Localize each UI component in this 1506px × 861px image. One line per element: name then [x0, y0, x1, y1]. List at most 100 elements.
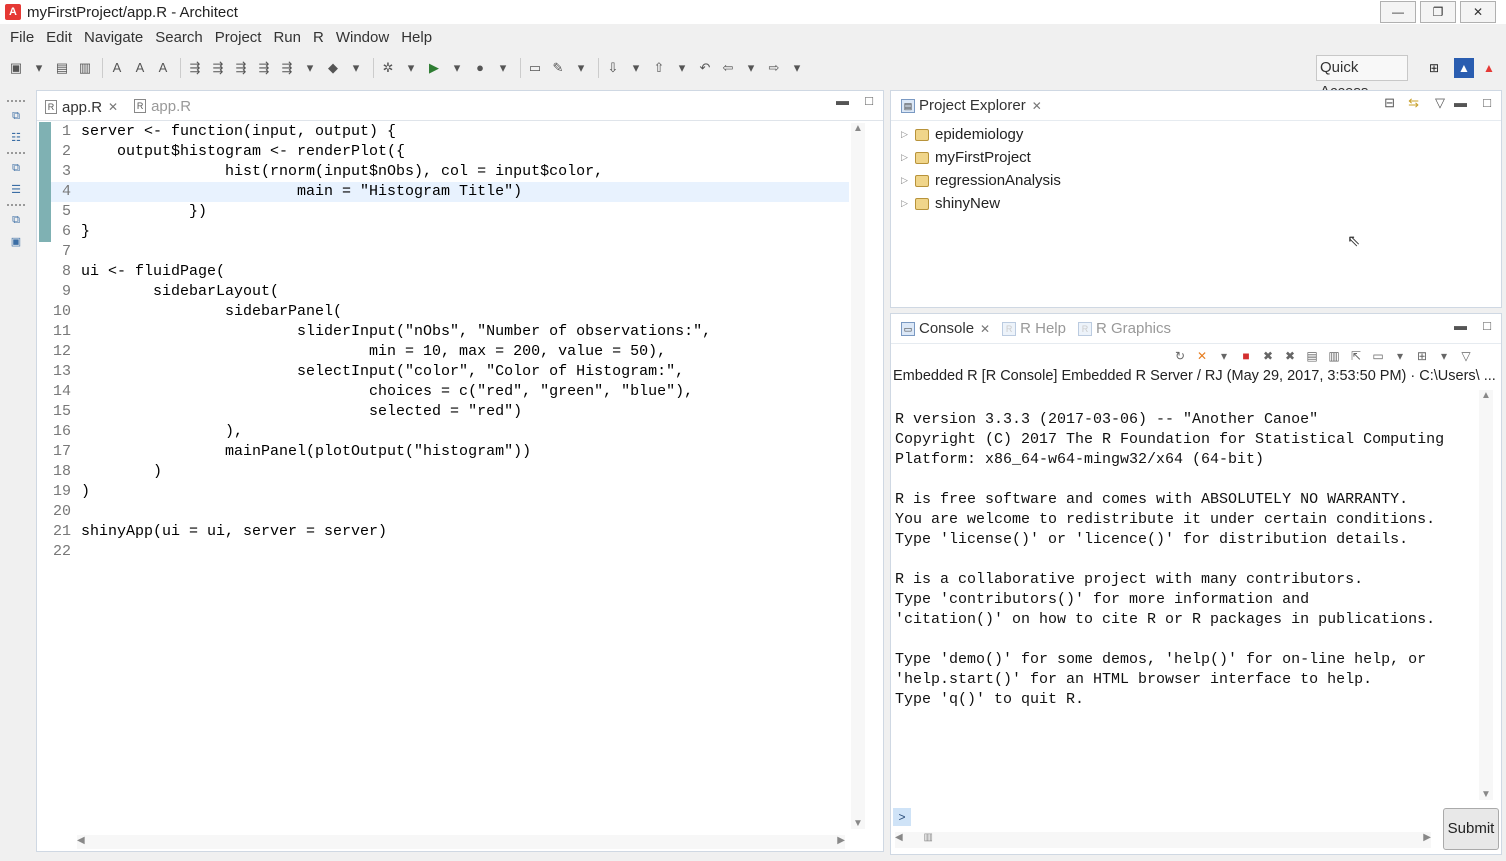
trim-handle[interactable]: [7, 204, 25, 206]
tree-item-myfirstproject[interactable]: ▷ myFirstProject: [891, 146, 1501, 169]
minimize-icon[interactable]: ▬: [1454, 95, 1467, 110]
code-line[interactable]: 7: [51, 242, 849, 262]
save-all-icon[interactable]: ▥: [75, 58, 95, 78]
external-tools-icon[interactable]: ●: [470, 58, 490, 78]
console-vertical-scrollbar[interactable]: ▲ ▼: [1479, 390, 1493, 800]
code-line[interactable]: 11 sliderInput("nObs", "Number of observ…: [51, 322, 849, 342]
run-all-icon[interactable]: ⇶: [277, 58, 297, 78]
chevron-down-icon[interactable]: ▾: [571, 58, 591, 78]
console-prompt[interactable]: >: [893, 808, 911, 826]
expand-arrow-icon[interactable]: ▷: [901, 198, 915, 209]
code-line[interactable]: 2 output$histogram <- renderPlot({: [51, 142, 849, 162]
code-line[interactable]: 18 ): [51, 462, 849, 482]
tasks-icon[interactable]: ☰: [8, 182, 24, 198]
chevron-down-icon[interactable]: ▾: [300, 58, 320, 78]
tab-app-r-active[interactable]: R app.R ✕: [37, 92, 127, 120]
menu-file[interactable]: File: [4, 29, 40, 46]
menu-search[interactable]: Search: [149, 29, 209, 46]
next-annotation-icon[interactable]: ⇩: [603, 58, 623, 78]
architect-perspective-icon[interactable]: ▲: [1454, 58, 1474, 78]
menu-help[interactable]: Help: [395, 29, 438, 46]
restore-icon[interactable]: ⧉: [8, 160, 24, 176]
window-icon[interactable]: ▣: [8, 234, 24, 250]
run-line-icon[interactable]: ⇶: [185, 58, 205, 78]
font-increase-icon[interactable]: A: [107, 58, 127, 78]
code-line[interactable]: 5 }): [51, 202, 849, 222]
terminate-icon[interactable]: ■: [1237, 348, 1255, 364]
chevron-down-icon[interactable]: ▾: [493, 58, 513, 78]
chevron-down-icon[interactable]: ▾: [787, 58, 807, 78]
scroll-left-icon[interactable]: ◀: [895, 832, 903, 843]
menu-project[interactable]: Project: [209, 29, 268, 46]
run-file-icon[interactable]: ⇶: [231, 58, 251, 78]
minimize-button[interactable]: —: [1380, 1, 1416, 23]
clear-console-icon[interactable]: ▤: [1303, 348, 1321, 364]
scroll-right-icon[interactable]: ▶: [1423, 832, 1431, 843]
editor-horizontal-scrollbar[interactable]: ◀ ▶: [77, 835, 845, 849]
menu-r[interactable]: R: [307, 29, 330, 46]
pin-console-icon[interactable]: ⇱: [1347, 348, 1365, 364]
pen-icon[interactable]: ✎: [548, 58, 568, 78]
scroll-down-icon[interactable]: ▼: [851, 818, 865, 829]
close-icon[interactable]: ✕: [980, 322, 990, 336]
code-line[interactable]: 14 choices = c("red", "green", "blue"),: [51, 382, 849, 402]
trim-handle[interactable]: [7, 100, 25, 102]
open-perspective-icon[interactable]: ⊞: [1424, 58, 1444, 78]
tree-item-epidemiology[interactable]: ▷ epidemiology: [891, 123, 1501, 146]
r-perspective-icon[interactable]: ▲: [1479, 58, 1499, 78]
code-line[interactable]: 21 shinyApp(ui = ui, server = server): [51, 522, 849, 542]
code-line[interactable]: 15 selected = "red"): [51, 402, 849, 422]
collapse-all-icon[interactable]: ⊟: [1384, 95, 1395, 111]
code-line[interactable]: 10 sidebarPanel(: [51, 302, 849, 322]
back-icon[interactable]: ⇦: [718, 58, 738, 78]
code-line[interactable]: 17 mainPanel(plotOutput("histogram")): [51, 442, 849, 462]
remove-launch-icon[interactable]: ✖: [1259, 348, 1277, 364]
scroll-right-icon[interactable]: ▶: [837, 835, 845, 846]
last-edit-icon[interactable]: ↶: [695, 58, 715, 78]
maximize-icon[interactable]: □: [1483, 95, 1491, 110]
restore-icon[interactable]: ⧉: [8, 108, 24, 124]
minimize-icon[interactable]: ▬: [836, 93, 849, 108]
scroll-thumb-icon[interactable]: ▥: [923, 832, 932, 843]
tree-item-shinynew[interactable]: ▷ shinyNew: [891, 192, 1501, 215]
code-line[interactable]: 20: [51, 502, 849, 522]
code-line[interactable]: 4 main = "Histogram Title"): [51, 182, 849, 202]
quick-access-input[interactable]: Quick Access: [1316, 55, 1408, 100]
close-icon[interactable]: ✕: [108, 100, 118, 114]
maximize-icon[interactable]: □: [865, 93, 873, 108]
cancel-icon[interactable]: ✕: [1193, 348, 1211, 364]
menu-run[interactable]: Run: [267, 29, 307, 46]
code-line[interactable]: 19): [51, 482, 849, 502]
font-decrease-icon[interactable]: A: [130, 58, 150, 78]
chevron-down-icon[interactable]: ▾: [626, 58, 646, 78]
scroll-up-icon[interactable]: ▲: [1479, 390, 1493, 401]
restore-icon[interactable]: ⧉: [8, 212, 24, 228]
tree-item-regressionanalysis[interactable]: ▷ regressionAnalysis: [891, 169, 1501, 192]
view-menu-icon[interactable]: ▽: [1457, 348, 1475, 364]
scroll-left-icon[interactable]: ◀: [77, 835, 85, 846]
submit-button[interactable]: Submit: [1443, 808, 1499, 850]
chevron-down-icon[interactable]: ▾: [741, 58, 761, 78]
scroll-up-icon[interactable]: ▲: [851, 123, 865, 134]
code-area[interactable]: 1 server <- function(input, output) {2 ou…: [37, 122, 867, 834]
code-line[interactable]: 1 server <- function(input, output) {: [51, 122, 849, 142]
chevron-down-icon[interactable]: ▾: [447, 58, 467, 78]
expand-arrow-icon[interactable]: ▷: [901, 152, 915, 163]
expand-arrow-icon[interactable]: ▷: [901, 175, 915, 186]
editor-vertical-scrollbar[interactable]: ▲ ▼: [851, 123, 865, 829]
minimize-icon[interactable]: ▬: [1454, 318, 1467, 333]
maximize-icon[interactable]: □: [1483, 318, 1491, 333]
package-icon[interactable]: ◆: [323, 58, 343, 78]
menu-edit[interactable]: Edit: [40, 29, 78, 46]
expand-arrow-icon[interactable]: ▷: [901, 129, 915, 140]
prev-annotation-icon[interactable]: ⇧: [649, 58, 669, 78]
font-reset-icon[interactable]: A: [153, 58, 173, 78]
run-icon[interactable]: ▶: [424, 58, 444, 78]
code-line[interactable]: 12 min = 10, max = 200, value = 50),: [51, 342, 849, 362]
code-line[interactable]: 16 ),: [51, 422, 849, 442]
remove-all-icon[interactable]: ✖: [1281, 348, 1299, 364]
code-line[interactable]: 9 sidebarLayout(: [51, 282, 849, 302]
open-folder-icon[interactable]: ▭: [525, 58, 545, 78]
tab-app-r[interactable]: R app.R: [126, 92, 199, 120]
code-line[interactable]: 6}: [51, 222, 849, 242]
